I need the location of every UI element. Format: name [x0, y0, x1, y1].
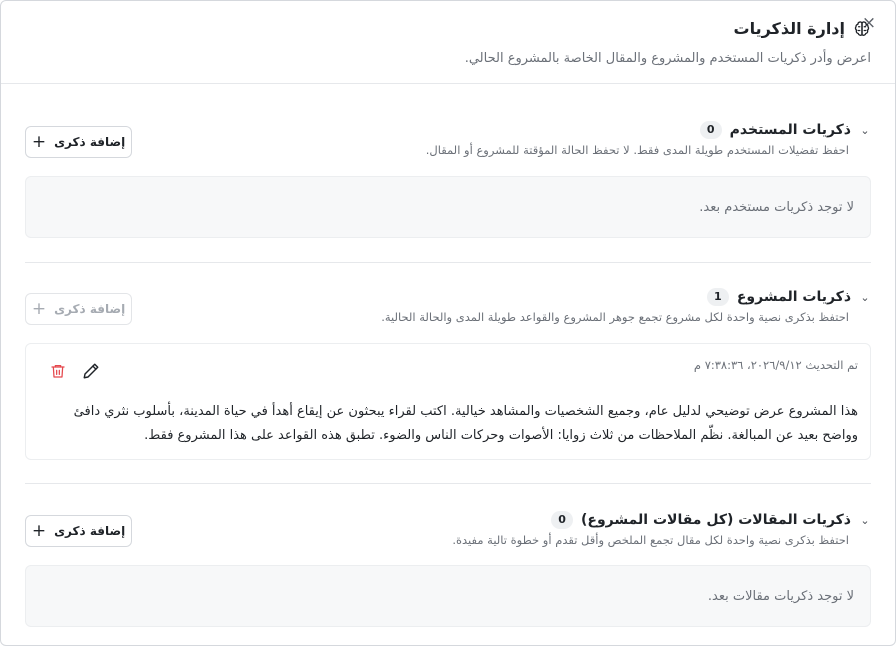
plus-icon: +	[31, 298, 47, 319]
project-section-header[interactable]: ⌄ ذكريات المشروع 1	[706, 288, 871, 306]
article-section-description: احتفظ بذكرى نصية واحدة لكل مقال تجمع الم…	[452, 533, 849, 547]
user-empty-state: لا توجد ذكريات مستخدم بعد.	[25, 176, 871, 238]
article-section-header[interactable]: ⌄ ذكريات المقالات (كل مقالات المشروع) 0	[551, 511, 871, 529]
add-user-memory-button[interactable]: إضافة ذكرى +	[25, 126, 132, 158]
memory-dialog: × إدارة الذكريات اعرض وأدر ذكريات المستخ…	[0, 0, 896, 646]
dialog-content: ⌄ ذكريات المستخدم 0 احفظ تفضيلات المستخد…	[1, 85, 895, 645]
dialog-header: إدارة الذكريات اعرض وأدر ذكريات المستخدم…	[1, 1, 895, 84]
delete-icon[interactable]	[46, 362, 66, 382]
title-row: إدارة الذكريات	[734, 19, 872, 38]
dialog-subtitle: اعرض وأدر ذكريات المستخدم والمشروع والمق…	[464, 51, 871, 66]
section-divider	[25, 262, 871, 263]
article-empty-state: لا توجد ذكريات مقالات بعد.	[25, 565, 871, 627]
add-project-memory-button[interactable]: إضافة ذكرى +	[25, 293, 132, 325]
project-memory-text: هذا المشروع عرض توضيحي لدليل عام، وجميع …	[73, 404, 858, 443]
article-count-badge: 0	[551, 511, 574, 529]
add-article-memory-button[interactable]: إضافة ذكرى +	[25, 515, 132, 547]
add-button-label: إضافة ذكرى	[54, 302, 126, 316]
plus-icon: +	[31, 131, 47, 152]
memory-updated-timestamp: تم التحديث ٢٠٢٦/٩/١٢، ٧:٣٨:٣٦ م	[693, 358, 858, 372]
project-memory-card: تم التحديث ٢٠٢٦/٩/١٢، ٧:٣٨:٣٦ م هذا المش…	[25, 343, 871, 460]
add-button-label: إضافة ذكرى	[54, 135, 126, 149]
chevron-down-icon[interactable]: ⌄	[859, 514, 871, 527]
project-count-badge: 1	[706, 288, 729, 306]
user-section-description: احفظ تفضيلات المستخدم طويلة المدى فقط. ل…	[425, 143, 849, 157]
edit-icon[interactable]	[80, 362, 100, 382]
article-section-title: ذكريات المقالات (كل مقالات المشروع)	[581, 512, 851, 528]
user-memory-section: ⌄ ذكريات المستخدم 0 احفظ تفضيلات المستخد…	[25, 121, 871, 241]
plus-icon: +	[31, 520, 47, 541]
dialog-title: إدارة الذكريات	[733, 19, 846, 38]
user-section-header[interactable]: ⌄ ذكريات المستخدم 0	[699, 121, 871, 139]
chevron-down-icon[interactable]: ⌄	[859, 291, 871, 304]
add-button-label: إضافة ذكرى	[54, 524, 126, 538]
brain-icon	[853, 20, 871, 38]
project-section-description: احتفظ بذكرى نصية واحدة لكل مشروع تجمع جو…	[381, 310, 849, 324]
chevron-down-icon[interactable]: ⌄	[859, 124, 871, 137]
user-count-badge: 0	[699, 121, 722, 139]
article-empty-text: لا توجد ذكريات مقالات بعد.	[707, 588, 854, 604]
user-empty-text: لا توجد ذكريات مستخدم بعد.	[699, 199, 854, 215]
article-memory-section: ⌄ ذكريات المقالات (كل مقالات المشروع) 0 …	[25, 511, 871, 645]
project-section-title: ذكريات المشروع	[736, 289, 851, 305]
user-section-title: ذكريات المستخدم	[729, 122, 851, 138]
section-divider	[25, 483, 871, 484]
